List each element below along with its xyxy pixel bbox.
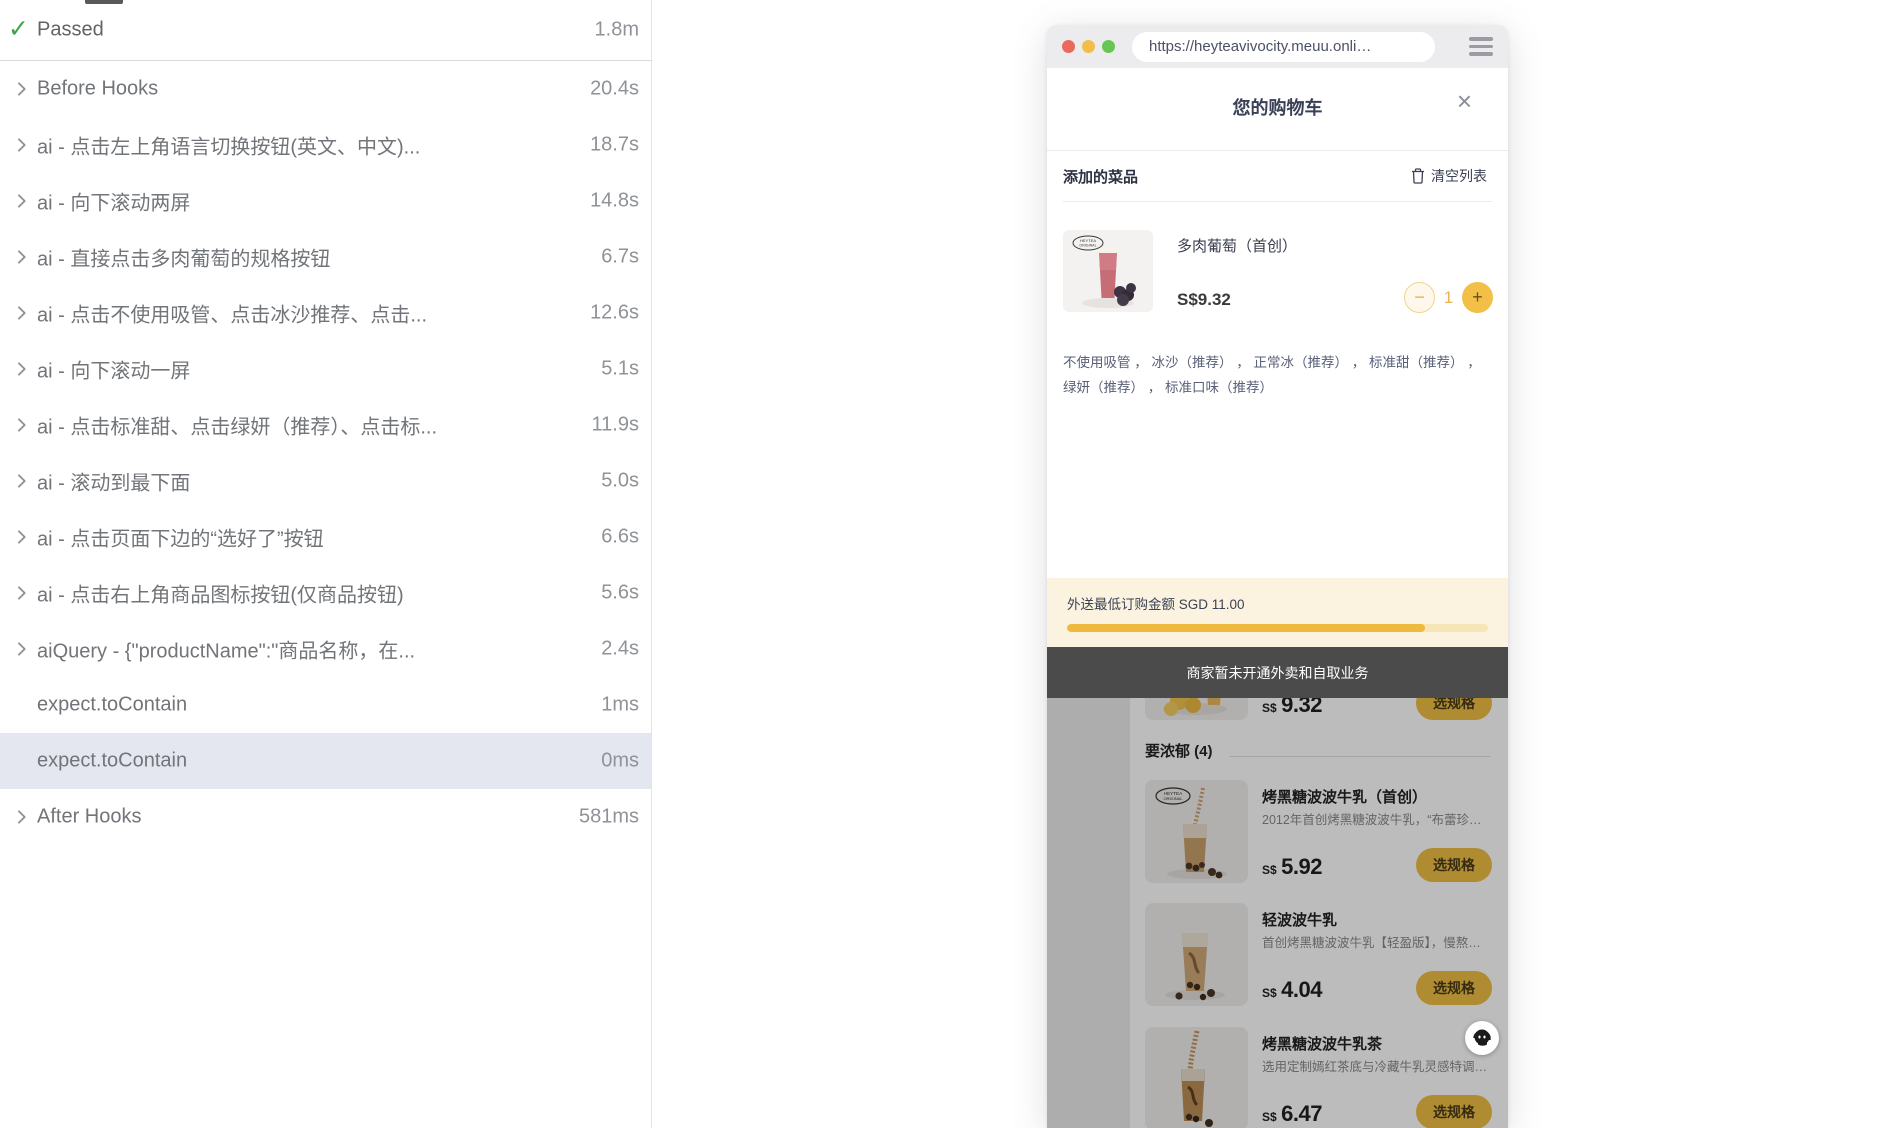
chevron-right-icon — [12, 250, 26, 264]
trash-icon — [1411, 168, 1425, 184]
headset-icon — [1470, 1026, 1494, 1050]
chevron-right-icon — [12, 530, 26, 544]
traffic-light-minimize-icon[interactable] — [1082, 40, 1095, 53]
step-label: Before Hooks — [37, 78, 158, 101]
step-label: ai - 向下滚动一屏 — [37, 355, 190, 384]
test-status-row[interactable]: ✓ Passed 1.8m — [0, 0, 651, 61]
step-label: ai - 滚动到最下面 — [37, 467, 190, 496]
chevron-right-icon — [12, 642, 26, 656]
close-icon[interactable]: × — [1457, 88, 1472, 114]
browser-chrome-bar: https://heyteavivocity.meuu.onli… — [1047, 25, 1508, 68]
address-bar[interactable]: https://heyteavivocity.meuu.onli… — [1132, 32, 1435, 62]
chevron-right-icon — [12, 82, 26, 96]
step-row[interactable]: ai - 点击标准甜、点击绿妍（推荐）、点击标... 11.9s — [0, 397, 651, 453]
step-time: 18.7s — [590, 134, 639, 157]
chevron-right-icon — [12, 306, 26, 320]
step-time: 20.4s — [590, 78, 639, 101]
step-time: 581ms — [579, 806, 639, 829]
min-order-section: 外送最低订购金额 SGD 11.00 — [1047, 578, 1508, 647]
step-time: 12.6s — [590, 302, 639, 325]
step-time: 5.1s — [601, 358, 639, 381]
step-row-expect-selected[interactable]: expect.toContain 0ms — [0, 733, 651, 789]
svg-text:HEYTEA: HEYTEA — [1080, 238, 1096, 243]
min-order-label: 外送最低订购金额 SGD 11.00 — [1067, 593, 1488, 613]
step-time: 5.0s — [601, 470, 639, 493]
progress-fill — [1067, 624, 1425, 632]
step-label: ai - 点击页面下边的“选好了”按钮 — [37, 523, 324, 552]
step-time: 11.9s — [592, 414, 639, 437]
step-label: After Hooks — [37, 806, 141, 829]
browser-window: https://heyteavivocity.meuu.onli… 您的购物车 … — [1047, 25, 1508, 1128]
step-row[interactable]: ai - 向下滚动一屏 5.1s — [0, 341, 651, 397]
chevron-right-icon — [12, 362, 26, 376]
traffic-light-close-icon[interactable] — [1062, 40, 1075, 53]
step-row[interactable]: ai - 点击左上角语言切换按钮(英文、中文)... 18.7s — [0, 117, 651, 173]
step-label: ai - 点击不使用吸管、点击冰沙推荐、点击... — [37, 299, 427, 328]
step-label: ai - 向下滚动两屏 — [37, 187, 190, 216]
cart-item-name: 多肉葡萄（首创） — [1177, 235, 1297, 256]
cart-title: 您的购物车 — [1233, 94, 1323, 120]
step-row[interactable]: ai - 滚动到最下面 5.0s — [0, 453, 651, 509]
step-time: 6.7s — [601, 246, 639, 269]
test-status-time: 1.8m — [595, 19, 639, 42]
quantity-stepper: − 1 + — [1404, 282, 1493, 313]
step-row[interactable]: ai - 向下滚动两屏 14.8s — [0, 173, 651, 229]
step-time: 6.6s — [601, 526, 639, 549]
step-row[interactable]: ai - 点击右上角商品图标按钮(仅商品按钮) 5.6s — [0, 565, 651, 621]
clear-list-label: 清空列表 — [1431, 166, 1487, 186]
notice-text: 商家暂未开通外卖和自取业务 — [1187, 663, 1369, 683]
cart-item-row: HEYTEA ORIGINAL 多肉葡萄（首创） S$9.32 − 1 + — [1047, 202, 1508, 332]
minus-button[interactable]: − — [1404, 282, 1435, 313]
svg-text:ORIGINAL: ORIGINAL — [1079, 244, 1096, 248]
step-time: 5.6s — [601, 582, 639, 605]
step-row-after-hooks[interactable]: After Hooks 581ms — [0, 789, 651, 845]
step-time: 2.4s — [601, 638, 639, 661]
dim-overlay — [1047, 698, 1508, 1128]
test-report-panel: ✓ Passed 1.8m Before Hooks 20.4s ai - 点击… — [0, 0, 652, 1128]
menu-icon[interactable] — [1469, 37, 1493, 56]
step-time: 0ms — [601, 750, 639, 773]
step-row[interactable]: ai - 点击不使用吸管、点击冰沙推荐、点击... 12.6s — [0, 285, 651, 341]
chevron-right-icon — [12, 586, 26, 600]
cart-header: 您的购物车 × — [1047, 68, 1508, 150]
step-row-expect[interactable]: expect.toContain 1ms — [0, 677, 651, 733]
quantity-value: 1 — [1435, 288, 1462, 308]
chevron-right-icon — [12, 474, 26, 488]
test-status-label: Passed — [37, 19, 104, 42]
step-row-before-hooks[interactable]: Before Hooks 20.4s — [0, 61, 651, 117]
traffic-light-maximize-icon[interactable] — [1102, 40, 1115, 53]
customer-service-avatar[interactable] — [1465, 1021, 1499, 1055]
cart-item-price: S$9.32 — [1177, 290, 1231, 310]
cart-item-options: 不使用吸管 ， 冰沙（推荐） ， 正常冰（推荐） ， 标准甜（推荐） ， 绿妍（… — [1047, 332, 1508, 400]
step-label: ai - 直接点击多肉葡萄的规格按钮 — [37, 243, 330, 272]
step-row[interactable]: aiQuery - {"productName":"商品名称，在... 2.4s — [0, 621, 651, 677]
step-time: 14.8s — [590, 190, 639, 213]
added-items-title: 添加的菜品 — [1063, 166, 1138, 187]
step-row[interactable]: ai - 直接点击多肉葡萄的规格按钮 6.7s — [0, 229, 651, 285]
cart-section-row: 添加的菜品 清空列表 — [1047, 151, 1508, 201]
url-text: https://heyteavivocity.meuu.onli… — [1149, 38, 1371, 55]
clear-list-button[interactable]: 清空列表 — [1411, 166, 1487, 186]
step-label: ai - 点击标准甜、点击绿妍（推荐）、点击标... — [37, 411, 437, 440]
chevron-right-icon — [12, 194, 26, 208]
cart-page: 您的购物车 × 添加的菜品 清空列表 — [1047, 68, 1508, 1128]
check-icon: ✓ — [8, 14, 29, 44]
merchant-notice-banner: 商家暂未开通外卖和自取业务 — [1047, 647, 1508, 698]
step-label: ai - 点击右上角商品图标按钮(仅商品按钮) — [37, 579, 404, 608]
step-row[interactable]: ai - 点击页面下边的“选好了”按钮 6.6s — [0, 509, 651, 565]
product-image-grape: HEYTEA ORIGINAL — [1063, 230, 1153, 312]
step-time: 1ms — [601, 694, 639, 717]
background-menu-page: S$ 9.32 选规格 要浓郁 (4) — [1047, 698, 1508, 1128]
step-label: expect.toContain — [37, 694, 187, 717]
min-order-progress-track — [1067, 624, 1488, 632]
plus-button[interactable]: + — [1462, 282, 1493, 313]
chevron-right-icon — [12, 138, 26, 152]
step-label: aiQuery - {"productName":"商品名称，在... — [37, 635, 415, 664]
step-label: ai - 点击左上角语言切换按钮(英文、中文)... — [37, 131, 420, 160]
chevron-right-icon — [12, 418, 26, 432]
chevron-right-icon — [12, 810, 26, 824]
step-label: expect.toContain — [37, 750, 187, 773]
